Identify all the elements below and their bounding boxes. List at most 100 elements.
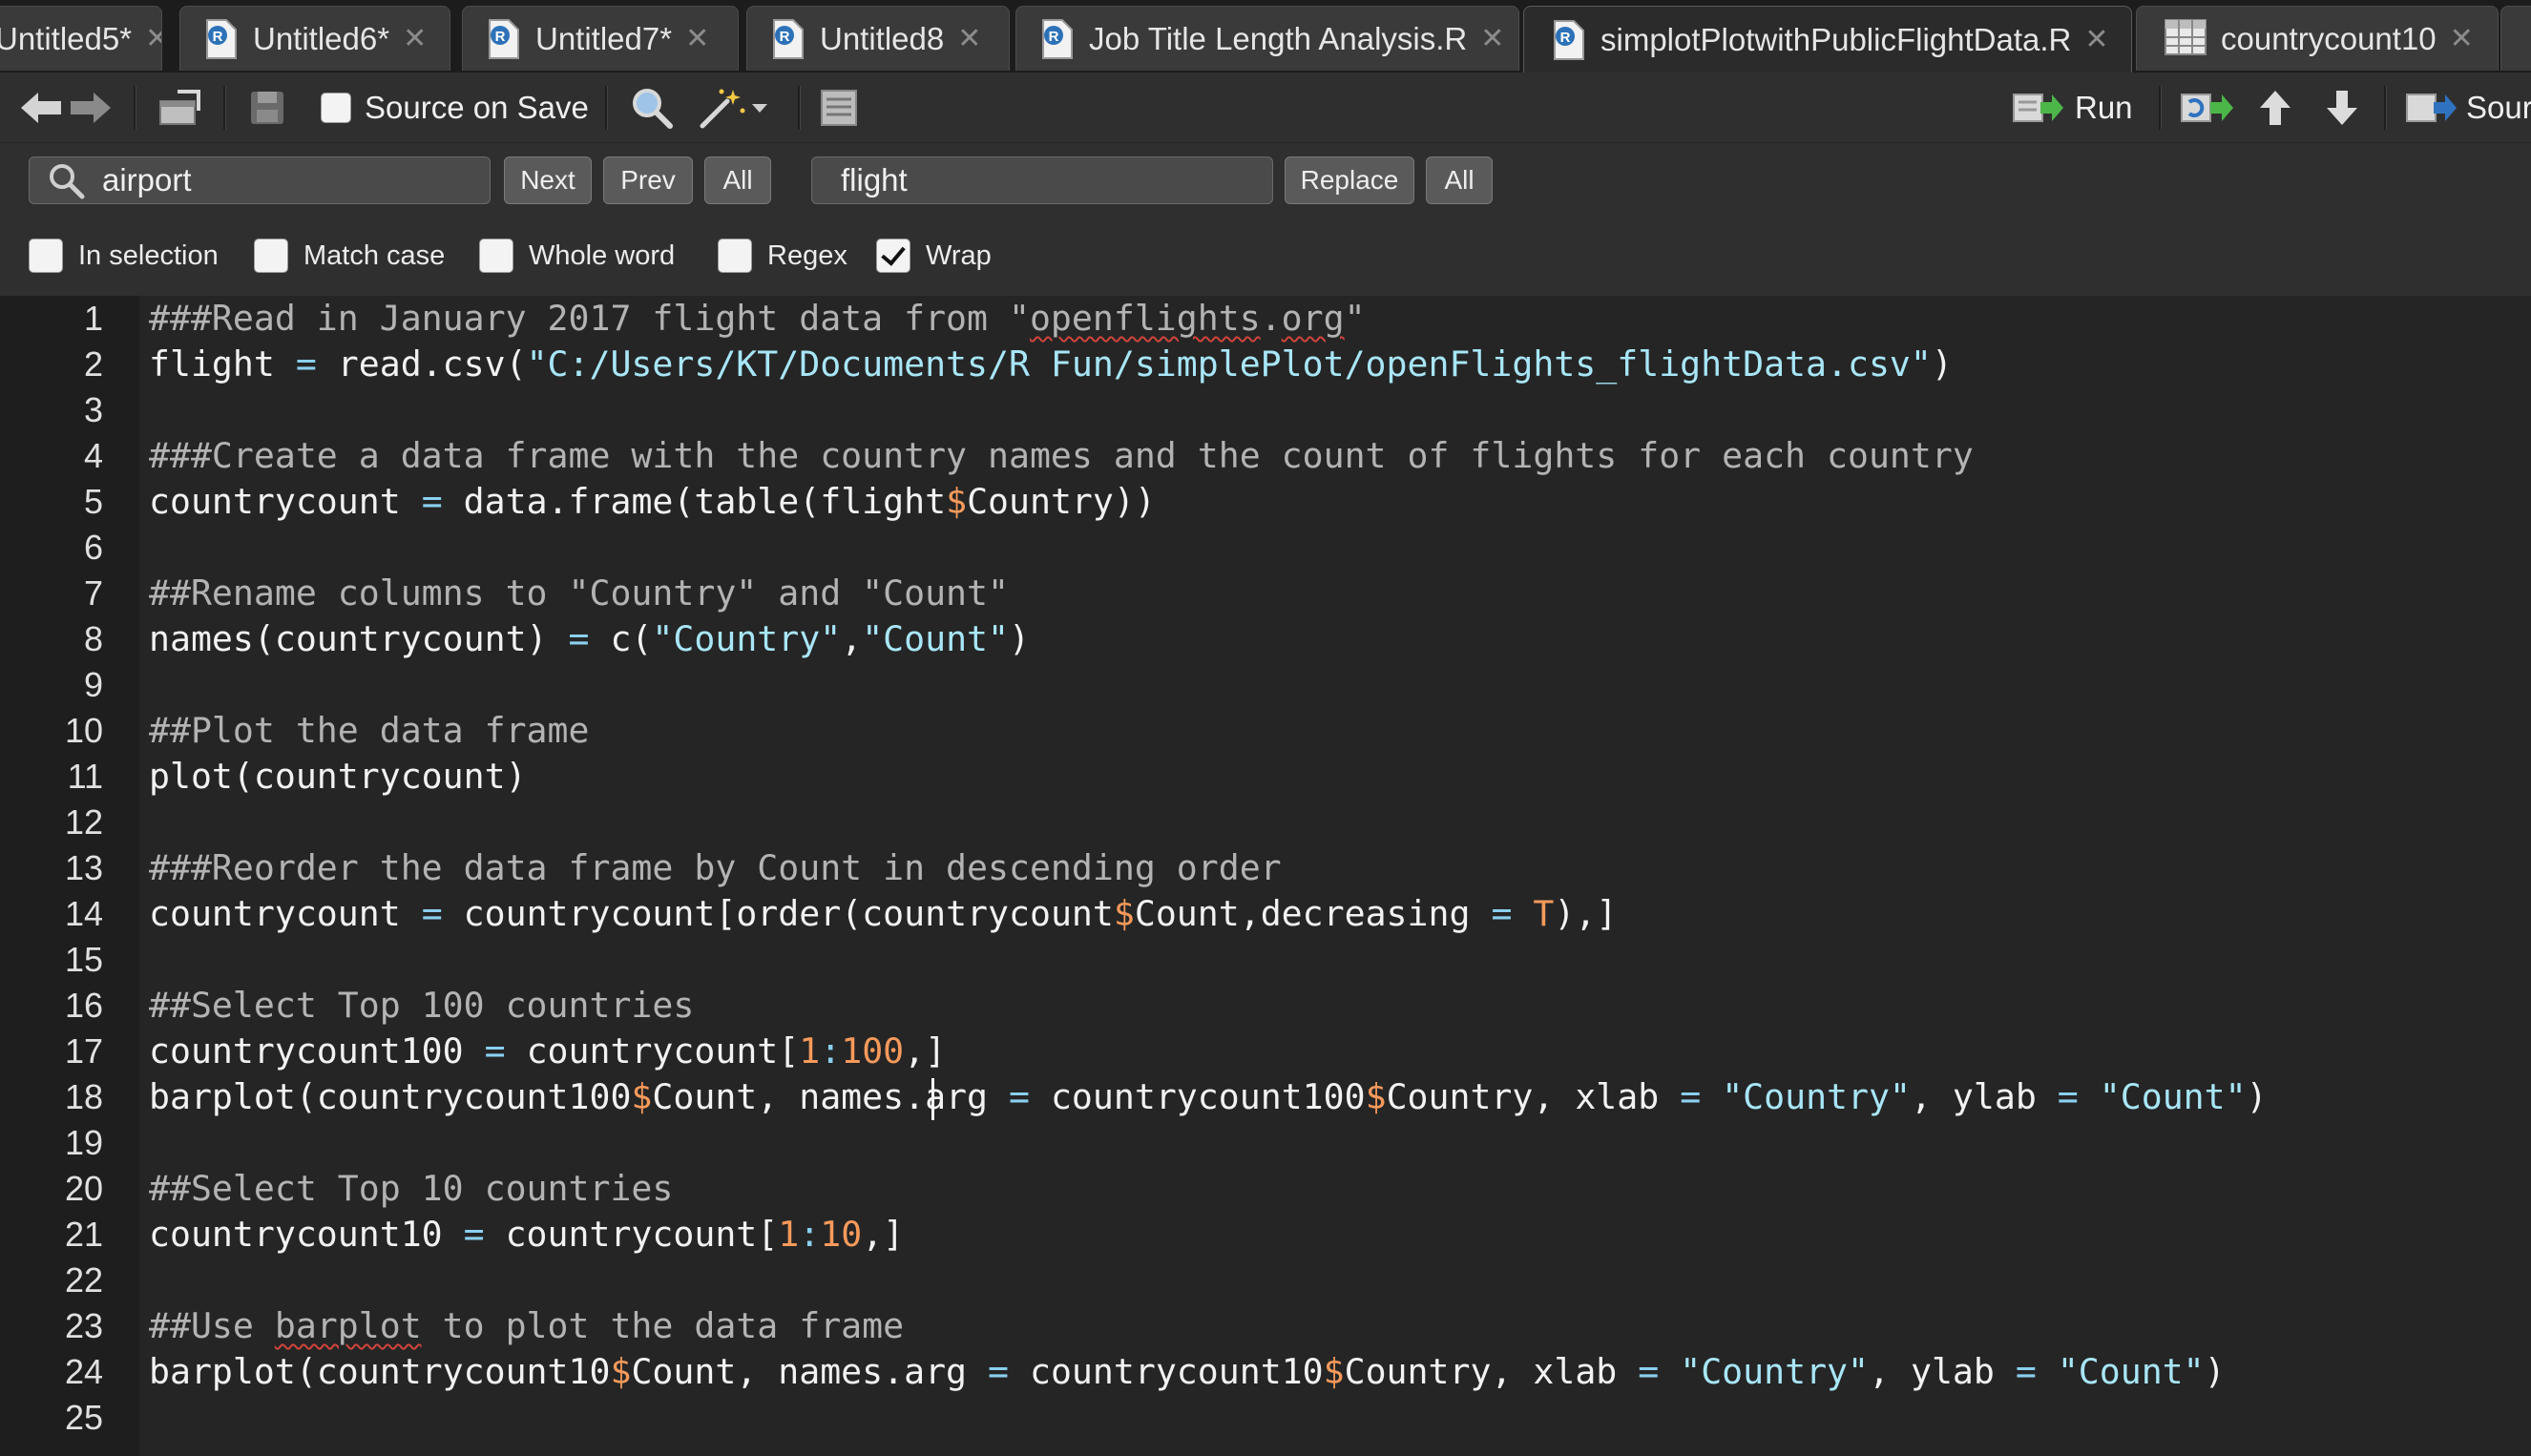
find-next-button[interactable]: Next — [504, 156, 592, 204]
code-line[interactable]: flight = read.csv("C:/Users/KT/Documents… — [149, 342, 1953, 387]
svg-text:R: R — [780, 29, 790, 45]
code-token: ##Select Top 10 countries — [149, 1168, 674, 1209]
code-editor[interactable]: 1 2 3 4 5 6 7 8 9 10 11 12 13 14 15 16 17 18 19 20 21 22 23 24 2… — [0, 296, 2531, 1456]
compile-report-button[interactable] — [819, 86, 859, 130]
tab-untitled8[interactable]: R Untitled8 ✕ — [746, 6, 1010, 71]
tab-untitled7[interactable]: R Untitled7* ✕ — [462, 6, 739, 71]
line-number: 12 — [64, 802, 103, 842]
code-line[interactable]: ##Select Top 100 countries — [149, 983, 694, 1029]
source-on-save-toggle[interactable]: Source on Save — [321, 86, 589, 130]
option-whole-word[interactable]: Whole word — [479, 237, 675, 275]
code-token: : — [820, 1030, 842, 1071]
code-token: countrycount[order(countrycount — [442, 893, 1114, 934]
close-icon[interactable]: ✕ — [403, 22, 427, 55]
whole-word-checkbox[interactable] — [479, 239, 513, 273]
code-line[interactable]: countrycount = countrycount[order(countr… — [149, 891, 1617, 937]
match-case-checkbox[interactable] — [254, 239, 288, 273]
line-number: 7 — [83, 573, 103, 613]
tab-untitled5[interactable]: Untitled5* ✕ — [0, 6, 162, 71]
code-line[interactable]: names(countrycount) = c("Country","Count… — [149, 616, 1030, 662]
r-script-icon: R — [486, 18, 522, 60]
arrow-down-icon — [2327, 91, 2357, 125]
close-icon[interactable]: ✕ — [1480, 22, 1504, 55]
code-token: = — [1008, 1076, 1030, 1117]
run-button[interactable]: Run — [2012, 86, 2133, 130]
source-on-save-checkbox[interactable] — [321, 93, 351, 123]
find-input-value: airport — [102, 162, 192, 198]
close-icon[interactable]: ✕ — [145, 22, 161, 55]
code-line[interactable]: ###Read in January 2017 flight data from… — [149, 296, 1366, 342]
back-button[interactable] — [19, 86, 63, 130]
line-number: 9 — [83, 665, 103, 704]
code-token: . — [1260, 298, 1282, 339]
tab-countrycount10[interactable]: countrycount10 ✕ — [2136, 6, 2499, 71]
source-button[interactable]: Source — [2405, 86, 2531, 130]
regex-label: Regex — [767, 239, 847, 271]
code-line[interactable]: countrycount10 = countrycount[1:10,] — [149, 1212, 904, 1258]
code-line[interactable]: ###Reorder the data frame by Count in de… — [149, 845, 1282, 891]
forward-button[interactable] — [69, 86, 113, 130]
close-icon[interactable]: ✕ — [2084, 23, 2108, 56]
rerun-button[interactable] — [2180, 86, 2235, 130]
search-icon — [50, 164, 85, 199]
find-prev-button[interactable]: Prev — [603, 156, 693, 204]
option-in-selection[interactable]: In selection — [29, 237, 219, 275]
code-token: ###Read in January 2017 flight data from… — [149, 298, 1030, 339]
find-all-button[interactable]: All — [704, 156, 771, 204]
show-in-new-window-button[interactable] — [157, 86, 202, 130]
replace-all-button[interactable]: All — [1426, 156, 1493, 204]
code-line[interactable]: ##Rename columns to "Country" and "Count… — [149, 571, 1009, 616]
code-token: : — [799, 1214, 821, 1255]
find-replace-button[interactable] — [630, 86, 674, 130]
tab-simplotplotwithpublicflightdata[interactable]: R simplotPlotwithPublicFlightData.R ✕ — [1523, 6, 2132, 73]
close-icon[interactable]: ✕ — [2450, 22, 2474, 55]
in-selection-checkbox[interactable] — [29, 239, 63, 273]
code-line[interactable]: barplot(countrycount100$Count, names.arg… — [149, 1074, 2268, 1120]
code-line[interactable]: ##Use barplot to plot the data frame — [149, 1303, 904, 1349]
arrow-left-icon — [21, 93, 61, 123]
close-icon[interactable]: ✕ — [685, 22, 709, 55]
option-regex[interactable]: Regex — [718, 237, 847, 275]
code-token: = — [421, 481, 443, 522]
code-line[interactable]: barplot(countrycount10$Count, names.arg … — [149, 1349, 2226, 1395]
code-tools-button[interactable] — [697, 86, 767, 130]
replace-button[interactable]: Replace — [1285, 156, 1414, 204]
close-icon[interactable]: ✕ — [957, 22, 981, 55]
code-line[interactable]: countrycount100 = countrycount[1:100,] — [149, 1029, 946, 1074]
line-number-gutter: 1 2 3 4 5 6 7 8 9 10 11 12 13 14 15 16 17 18 19 20 21 22 23 24 2… — [0, 296, 139, 1456]
find-input[interactable]: airport — [29, 156, 491, 204]
previous-section-button[interactable] — [2256, 86, 2294, 130]
tab-untitled6[interactable]: R Untitled6* ✕ — [179, 6, 450, 71]
rerun-icon — [2181, 94, 2233, 122]
code-token: = — [568, 618, 590, 659]
code-token: "Country" — [652, 618, 842, 659]
arrow-right-icon — [71, 93, 111, 123]
save-disk-icon — [251, 92, 283, 124]
run-label: Run — [2075, 90, 2133, 125]
code-line[interactable]: countrycount = data.frame(table(flight$C… — [149, 479, 1156, 525]
option-wrap[interactable]: Wrap — [876, 237, 992, 275]
tab-job-title-length-analysis[interactable]: R Job Title Length Analysis.R ✕ — [1015, 6, 1519, 71]
regex-checkbox[interactable] — [718, 239, 752, 273]
next-section-button[interactable] — [2323, 86, 2361, 130]
code-line[interactable]: plot(countrycount) — [149, 754, 527, 800]
code-line[interactable]: ##Select Top 10 countries — [149, 1166, 673, 1212]
code-line[interactable]: ###Create a data frame with the country … — [149, 433, 1974, 479]
tab-strip: Untitled5* ✕ R Untitled6* ✕ R Untitled7*… — [0, 0, 2531, 73]
code-token: = — [1491, 893, 1513, 934]
source-on-save-label: Source on Save — [365, 90, 589, 125]
option-match-case[interactable]: Match case — [254, 237, 445, 275]
arrow-up-icon — [2260, 91, 2290, 125]
save-button[interactable] — [248, 86, 286, 130]
code-token: $ — [1323, 1351, 1345, 1392]
tab-overflow[interactable] — [2500, 6, 2531, 71]
line-number: 21 — [64, 1215, 103, 1254]
code-line[interactable]: ##Plot the data frame — [149, 708, 589, 754]
whole-word-label: Whole word — [529, 239, 676, 271]
wrap-checkbox[interactable] — [876, 239, 910, 273]
code-token: ) — [2204, 1351, 2226, 1392]
replace-input[interactable]: flight — [811, 156, 1273, 204]
line-number: 8 — [83, 619, 103, 658]
code-token: Count, names.arg — [631, 1351, 989, 1392]
line-number: 16 — [64, 986, 103, 1025]
